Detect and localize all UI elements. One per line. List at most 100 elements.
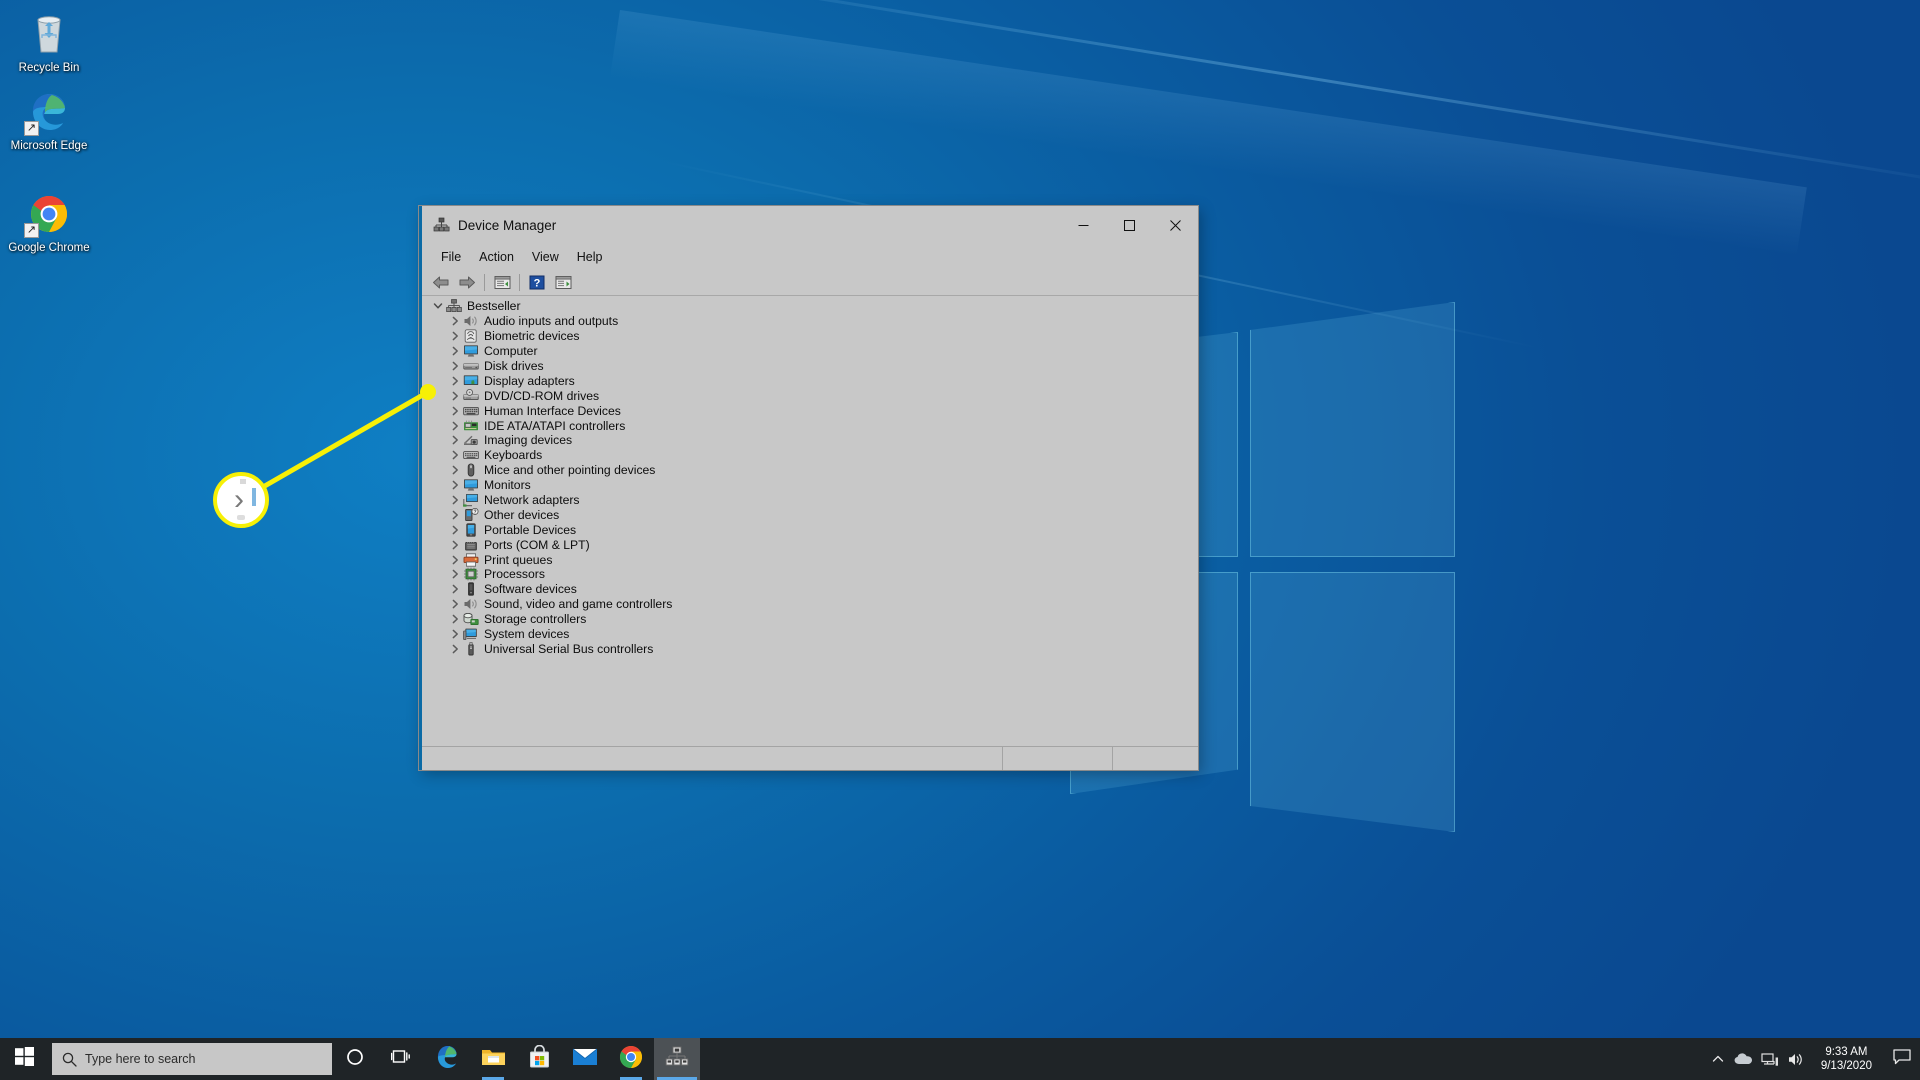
chevron-right-icon[interactable] bbox=[447, 344, 463, 358]
chevron-right-icon[interactable] bbox=[447, 448, 463, 462]
forward-button[interactable] bbox=[454, 271, 480, 294]
status-pane-3 bbox=[1113, 747, 1198, 770]
window-titlebar[interactable]: Device Manager bbox=[422, 206, 1198, 244]
toolbar-separator bbox=[519, 273, 520, 291]
chevron-right-icon[interactable] bbox=[447, 612, 463, 626]
chevron-right-icon[interactable] bbox=[447, 538, 463, 552]
chevron-right-icon[interactable] bbox=[447, 419, 463, 433]
taskbar-chrome[interactable] bbox=[608, 1038, 654, 1080]
chevron-right-icon[interactable] bbox=[447, 508, 463, 522]
chevron-right-icon[interactable] bbox=[447, 389, 463, 403]
fingerprint-icon bbox=[463, 329, 479, 343]
chevron-down-icon[interactable] bbox=[430, 299, 446, 313]
onedrive-tray-icon[interactable] bbox=[1731, 1038, 1757, 1080]
back-button[interactable] bbox=[428, 271, 454, 294]
keyboard-icon bbox=[463, 448, 479, 462]
chevron-right-icon[interactable] bbox=[447, 359, 463, 373]
tree-item[interactable]: Sound, video and game controllers bbox=[422, 597, 1198, 612]
desktop-icon-microsoft-edge[interactable]: ↗ Microsoft Edge bbox=[6, 88, 92, 153]
wallpaper-light-ray bbox=[589, 0, 1920, 195]
chevron-right-icon[interactable] bbox=[447, 627, 463, 641]
tree-item-label: Universal Serial Bus controllers bbox=[484, 641, 654, 656]
close-button[interactable] bbox=[1152, 206, 1198, 244]
chevron-right-icon[interactable] bbox=[447, 597, 463, 611]
chevron-right-icon[interactable] bbox=[447, 463, 463, 477]
start-button[interactable] bbox=[0, 1038, 48, 1080]
network-tray-icon[interactable] bbox=[1757, 1038, 1783, 1080]
tree-item[interactable]: Keyboards bbox=[422, 448, 1198, 463]
task-view-button[interactable] bbox=[378, 1038, 424, 1080]
tree-item[interactable]: Biometric devices bbox=[422, 329, 1198, 344]
taskbar-device-manager[interactable] bbox=[654, 1038, 700, 1080]
store-bag-icon bbox=[528, 1044, 551, 1074]
desktop-icon-label: Microsoft Edge bbox=[10, 140, 88, 152]
desktop-icon-label: Recycle Bin bbox=[18, 62, 80, 74]
desktop-icon-google-chrome[interactable]: ↗ Google Chrome bbox=[6, 190, 92, 255]
tree-item[interactable]: Mice and other pointing devices bbox=[422, 463, 1198, 478]
search-input[interactable]: Type here to search bbox=[52, 1043, 332, 1075]
tree-item[interactable]: Print queues bbox=[422, 552, 1198, 567]
action-center-button[interactable] bbox=[1884, 1038, 1920, 1080]
taskbar-microsoft-store[interactable] bbox=[516, 1038, 562, 1080]
tree-item[interactable]: System devices bbox=[422, 627, 1198, 642]
tree-item[interactable]: Audio inputs and outputs bbox=[422, 314, 1198, 329]
chevron-right-icon[interactable] bbox=[447, 329, 463, 343]
tree-item[interactable]: Network adapters bbox=[422, 493, 1198, 508]
tree-item-label: Keyboards bbox=[484, 448, 543, 463]
tree-item[interactable]: Storage controllers bbox=[422, 612, 1198, 627]
device-tree[interactable]: Bestseller Audio inputs and outputs Biome… bbox=[422, 296, 1198, 746]
tree-item-label: Display adapters bbox=[484, 373, 575, 388]
desktop-icon-recycle-bin[interactable]: Recycle Bin bbox=[6, 10, 92, 75]
tree-item[interactable]: Portable Devices bbox=[422, 522, 1198, 537]
magnifier-fragment-top bbox=[240, 479, 246, 484]
chevron-right-icon[interactable] bbox=[447, 374, 463, 388]
taskbar-file-explorer[interactable] bbox=[470, 1038, 516, 1080]
tree-item[interactable]: Universal Serial Bus controllers bbox=[422, 641, 1198, 656]
device-manager-icon bbox=[665, 1046, 689, 1073]
tree-item[interactable]: ? Other devices bbox=[422, 507, 1198, 522]
volume-tray-icon[interactable] bbox=[1783, 1038, 1809, 1080]
taskbar-mail[interactable] bbox=[562, 1038, 608, 1080]
chevron-right-icon[interactable] bbox=[447, 567, 463, 581]
tree-root-node[interactable]: Bestseller bbox=[422, 299, 1198, 314]
tree-item[interactable]: Imaging devices bbox=[422, 433, 1198, 448]
menu-item-help[interactable]: Help bbox=[568, 247, 612, 267]
search-placeholder: Type here to search bbox=[85, 1052, 196, 1066]
tree-item[interactable]: Ports (COM & LPT) bbox=[422, 537, 1198, 552]
magnifier-fragment-icon bbox=[252, 488, 256, 506]
cortana-button[interactable] bbox=[332, 1038, 378, 1080]
tree-item[interactable]: Software devices bbox=[422, 582, 1198, 597]
help-button[interactable]: ? bbox=[524, 271, 550, 294]
menu-item-action[interactable]: Action bbox=[470, 247, 523, 267]
taskbar-clock[interactable]: 9:33 AM 9/13/2020 bbox=[1809, 1038, 1884, 1080]
chevron-right-icon[interactable] bbox=[447, 493, 463, 507]
tree-item[interactable]: Monitors bbox=[422, 478, 1198, 493]
chevron-right-icon[interactable] bbox=[447, 642, 463, 656]
maximize-button[interactable] bbox=[1106, 206, 1152, 244]
minimize-button[interactable] bbox=[1060, 206, 1106, 244]
device-manager-window[interactable]: Device Manager File Action View Help ? B… bbox=[419, 206, 1198, 770]
properties-button[interactable] bbox=[489, 271, 515, 294]
tree-item[interactable]: IDE ATA/ATAPI controllers bbox=[422, 418, 1198, 433]
chevron-right-icon[interactable] bbox=[447, 404, 463, 418]
tree-item[interactable]: DVD/CD-ROM drives bbox=[422, 388, 1198, 403]
keyboard-hid-icon bbox=[463, 404, 479, 418]
processor-chip-icon bbox=[463, 567, 479, 581]
chevron-right-icon[interactable] bbox=[447, 523, 463, 537]
tree-item[interactable]: Display adapters bbox=[422, 373, 1198, 388]
system-tray: 9:33 AM 9/13/2020 bbox=[1705, 1038, 1920, 1080]
chevron-right-icon[interactable] bbox=[447, 433, 463, 447]
taskbar-edge[interactable] bbox=[424, 1038, 470, 1080]
chevron-right-icon[interactable] bbox=[447, 582, 463, 596]
show-hidden-icons-button[interactable] bbox=[1705, 1038, 1731, 1080]
chevron-right-icon[interactable] bbox=[447, 314, 463, 328]
show-hide-console-tree-button[interactable] bbox=[550, 271, 576, 294]
tree-item[interactable]: Human Interface Devices bbox=[422, 403, 1198, 418]
tree-item[interactable]: Disk drives bbox=[422, 359, 1198, 374]
menu-item-view[interactable]: View bbox=[523, 247, 568, 267]
chevron-right-icon[interactable] bbox=[447, 478, 463, 492]
menu-item-file[interactable]: File bbox=[432, 247, 470, 267]
chevron-right-icon[interactable] bbox=[447, 553, 463, 567]
tree-item[interactable]: Computer bbox=[422, 344, 1198, 359]
tree-item[interactable]: Processors bbox=[422, 567, 1198, 582]
